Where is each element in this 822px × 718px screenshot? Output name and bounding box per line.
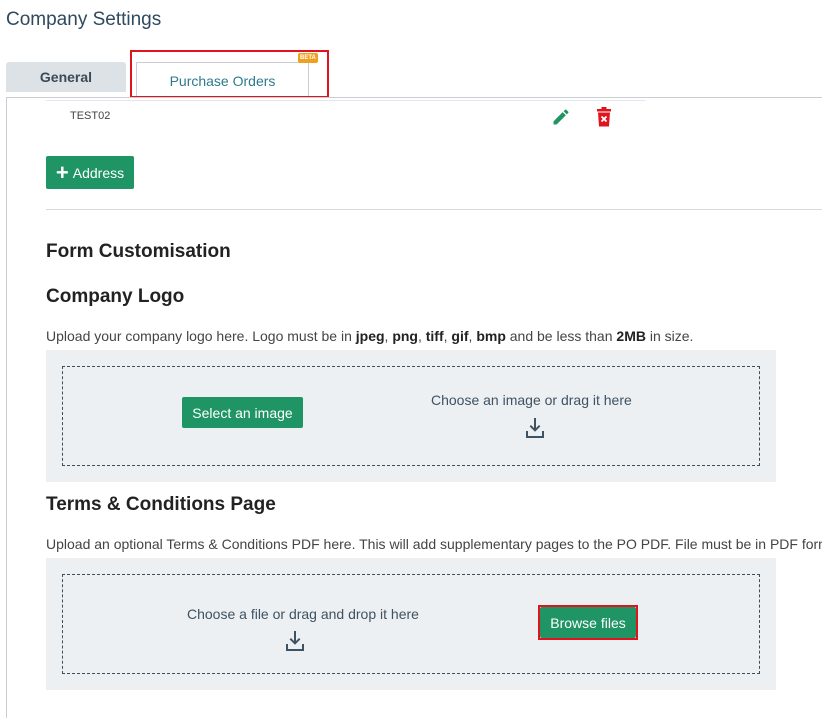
section-divider: [46, 209, 822, 210]
form-customisation-heading: Form Customisation: [46, 241, 231, 262]
plus-icon: +: [55, 159, 69, 185]
download-icon: [526, 418, 544, 438]
beta-badge: BETA: [298, 53, 318, 63]
tab-general[interactable]: General: [6, 62, 126, 92]
terms-dropzone[interactable]: Choose a file or drag and drop it here B…: [62, 574, 760, 674]
logo-dropzone[interactable]: Select an image Choose an image or drag …: [62, 366, 760, 466]
add-address-label: Address: [72, 164, 125, 181]
logo-drop-text: Choose an image or drag it here: [431, 392, 632, 408]
select-image-button[interactable]: Select an image: [182, 397, 303, 428]
company-logo-heading: Company Logo: [46, 286, 185, 307]
pencil-icon[interactable]: [551, 107, 571, 127]
page-title: Company Settings: [6, 9, 162, 30]
logo-upload-panel: Select an image Choose an image or drag …: [46, 350, 776, 482]
terms-conditions-heading: Terms & Conditions Page: [46, 494, 276, 515]
add-address-button[interactable]: + Address: [46, 156, 134, 189]
terms-description: Upload an optional Terms & Conditions PD…: [46, 536, 822, 552]
download-icon: [286, 631, 304, 651]
browse-files-button[interactable]: Browse files: [540, 607, 636, 638]
terms-upload-panel: Choose a file or drag and drop it here B…: [46, 558, 776, 690]
address-row-divider: [46, 100, 646, 101]
browse-files-label: Browse files: [550, 614, 626, 631]
tab-general-label: General: [39, 69, 93, 85]
trash-icon[interactable]: [596, 107, 612, 127]
address-name: TEST02: [70, 110, 111, 122]
select-image-label: Select an image: [192, 404, 293, 421]
logo-description: Upload your company logo here. Logo must…: [46, 328, 694, 344]
terms-drop-text: Choose a file or drag and drop it here: [187, 606, 419, 622]
